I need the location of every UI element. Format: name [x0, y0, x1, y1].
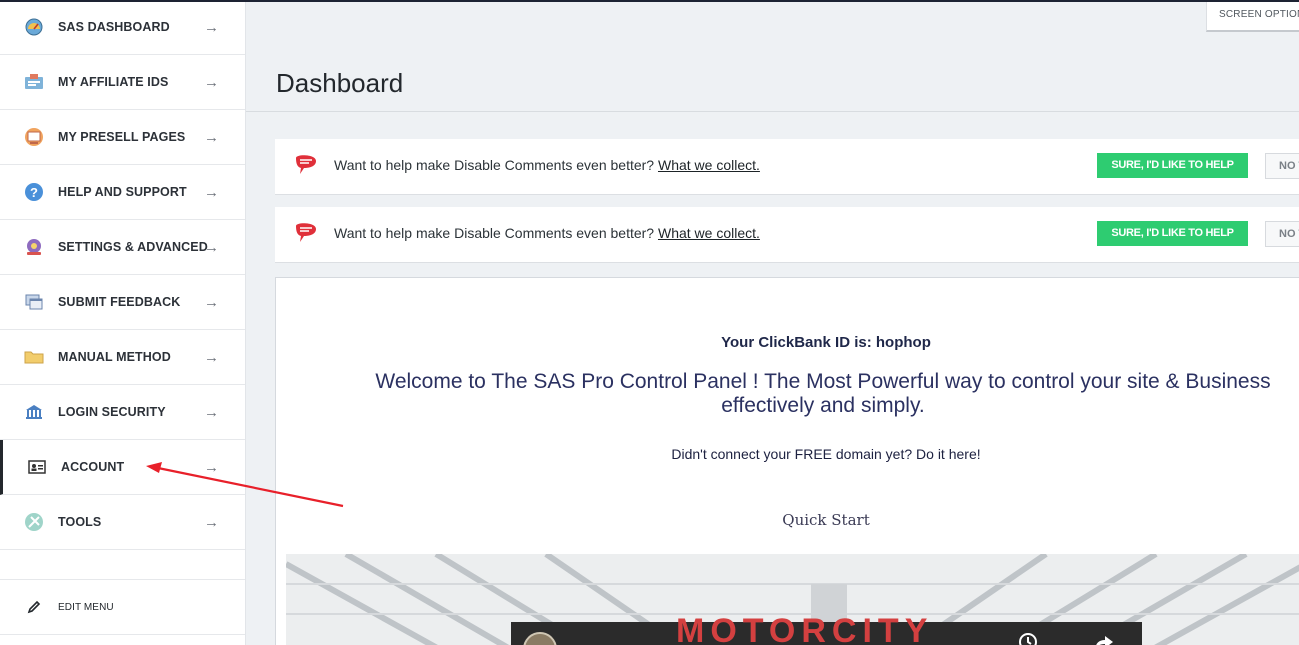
disable-comments-logo-icon: [292, 152, 320, 180]
sidebar-item-tools[interactable]: TOOLS →: [0, 495, 245, 550]
feedback-window-icon: [24, 292, 44, 312]
bank-security-icon: [24, 402, 44, 422]
no-thanks-button[interactable]: NO THANKS: [1265, 153, 1299, 179]
arrow-right-icon: →: [204, 18, 219, 36]
share-icon[interactable]: [1093, 632, 1115, 645]
no-thanks-button[interactable]: NO THANKS: [1265, 221, 1299, 247]
page-title: Dashboard: [276, 68, 404, 98]
sidebar-item-login-security[interactable]: LOGIN SECURITY →: [0, 385, 245, 440]
arrow-right-icon: →: [204, 403, 219, 421]
arrow-right-icon: →: [204, 238, 219, 256]
arrow-right-icon: →: [204, 513, 219, 531]
sidebar-item-my-affiliate-ids[interactable]: MY AFFILIATE IDS →: [0, 55, 245, 110]
domain-connect-link[interactable]: Didn't connect your FREE domain yet? Do …: [276, 446, 1299, 462]
sidebar-item-sas-dashboard[interactable]: SAS DASHBOARD →: [0, 0, 245, 55]
admin-top-bar: [0, 0, 1299, 2]
settings-icon: [24, 237, 44, 257]
clickbank-id-text: Your ClickBank ID is: hophop: [721, 334, 931, 351]
sidebar-item-label: SAS DASHBOARD: [58, 20, 170, 34]
dashboard-gauge-icon: [24, 17, 44, 37]
watch-later-icon[interactable]: [1018, 632, 1038, 645]
sidebar-item-label: ACCOUNT: [61, 460, 125, 474]
video-brand-text: MOTORCITY: [676, 612, 934, 645]
disable-comments-notice: Want to help make Disable Comments even …: [275, 139, 1299, 195]
sidebar-item-label: TOOLS: [58, 515, 102, 529]
quick-start-heading: Quick Start: [782, 511, 870, 529]
notice-text: Want to help make Disable Comments even …: [334, 157, 760, 173]
arrow-right-icon: →: [204, 128, 219, 146]
svg-text:?: ?: [30, 185, 38, 200]
screen-options-button[interactable]: SCREEN OPTIONS: [1206, 2, 1299, 32]
video-player-bar[interactable]: MOTORCITY: [511, 612, 1142, 645]
sidebar-item-settings-advanced[interactable]: SETTINGS & ADVANCED →: [0, 220, 245, 275]
sure-help-button[interactable]: SURE, I'D LIKE TO HELP: [1097, 153, 1248, 178]
sidebar-item-manual-method[interactable]: MANUAL METHOD →: [0, 330, 245, 385]
id-card-icon: [24, 72, 44, 92]
presell-page-icon: [24, 127, 44, 147]
what-we-collect-link[interactable]: What we collect.: [658, 225, 760, 241]
arrow-right-icon: →: [204, 183, 219, 201]
arrow-right-icon: →: [204, 348, 219, 366]
notice-text: Want to help make Disable Comments even …: [334, 225, 760, 241]
sidebar-item-submit-feedback[interactable]: SUBMIT FEEDBACK →: [0, 275, 245, 330]
sidebar-item-label: EDIT MENU: [58, 601, 114, 613]
what-we-collect-link[interactable]: What we collect.: [658, 157, 760, 173]
title-divider: [246, 111, 1299, 112]
sure-help-button[interactable]: SURE, I'D LIKE TO HELP: [1097, 221, 1248, 246]
sidebar-menu: SAS DASHBOARD → MY AFFILIATE IDS → MY PR…: [0, 0, 246, 645]
sidebar-item-help-and-support[interactable]: ? HELP AND SUPPORT →: [0, 165, 245, 220]
sidebar-item-label: MY AFFILIATE IDS: [58, 75, 169, 89]
sidebar-item-label: SUBMIT FEEDBACK: [58, 295, 181, 309]
sidebar-item-label: HELP AND SUPPORT: [58, 185, 187, 199]
welcome-heading: Welcome to The SAS Pro Control Panel ! T…: [375, 370, 1271, 417]
sidebar-item-edit-menu[interactable]: EDIT MENU: [0, 580, 245, 635]
sidebar-item-label: MY PRESELL PAGES: [58, 130, 186, 144]
arrow-right-icon: →: [204, 293, 219, 311]
disable-comments-logo-icon: [292, 220, 320, 248]
channel-avatar: [523, 632, 557, 645]
sidebar-item-my-presell-pages[interactable]: MY PRESELL PAGES →: [0, 110, 245, 165]
disable-comments-notice: Want to help make Disable Comments even …: [275, 207, 1299, 263]
pencil-icon: [24, 597, 44, 617]
tools-icon: [24, 512, 44, 532]
folder-icon: [24, 347, 44, 367]
arrow-right-icon: →: [204, 73, 219, 91]
help-question-icon: ?: [24, 182, 44, 202]
sidebar-divider: [0, 550, 245, 580]
sidebar-item-label: SETTINGS & ADVANCED: [58, 240, 208, 254]
sidebar-item-label: LOGIN SECURITY: [58, 405, 166, 419]
account-card-icon: [27, 457, 47, 477]
sidebar-item-label: MANUAL METHOD: [58, 350, 171, 364]
arrow-right-icon: →: [204, 458, 219, 476]
sidebar-item-account[interactable]: ACCOUNT →: [0, 440, 245, 495]
welcome-panel: Your ClickBank ID is: hophop Welcome to …: [275, 277, 1299, 645]
